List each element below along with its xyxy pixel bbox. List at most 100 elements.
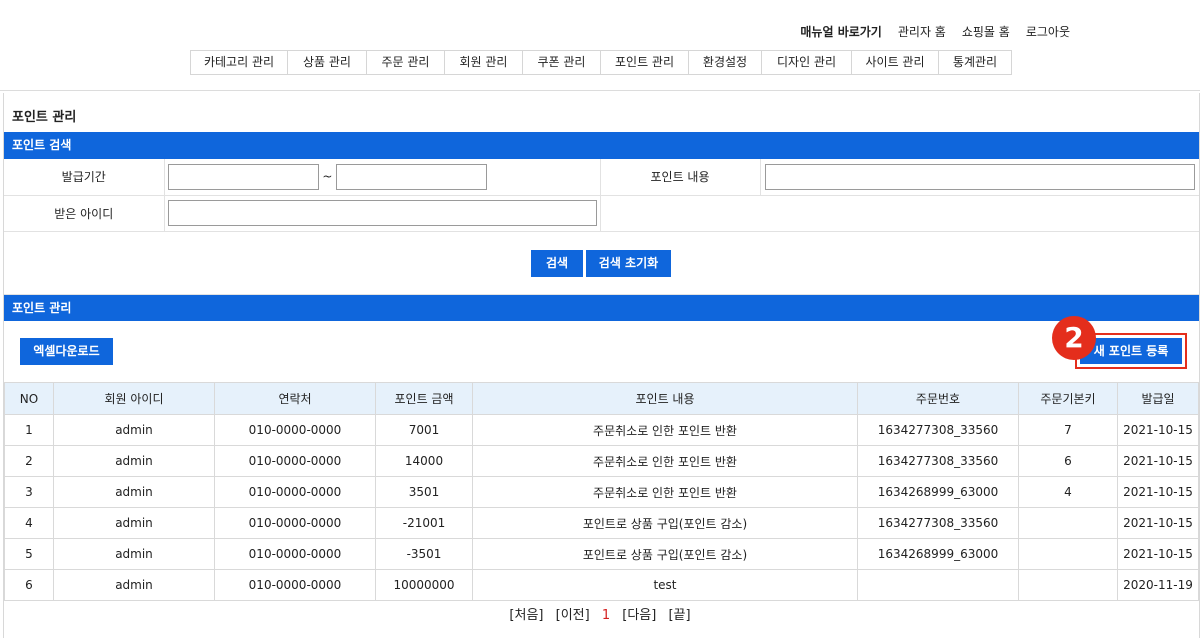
cell-member-id: admin bbox=[53, 445, 215, 477]
recipient-id-input[interactable] bbox=[167, 200, 597, 226]
cell-no: 3 bbox=[4, 476, 54, 508]
cell-issue-date: 2021-10-15 bbox=[1117, 538, 1199, 570]
manage-section-header: 포인트 관리 bbox=[4, 294, 1199, 321]
search-section-header: 포인트 검색 bbox=[4, 132, 1199, 159]
search-form: 발급기간 ~ 포인트 내용 받은 아이디 bbox=[4, 159, 1199, 232]
top-links: 매뉴얼 바로가기 관리자 홈 쇼핑몰 홈 로그아웃 bbox=[800, 23, 1070, 40]
col-no: NO bbox=[4, 382, 54, 415]
col-order-number: 주문번호 bbox=[857, 382, 1019, 415]
nav-point[interactable]: 포인트 관리 bbox=[601, 51, 689, 74]
cell-member-id: admin bbox=[53, 414, 215, 446]
logout-link[interactable]: 로그아웃 bbox=[1026, 23, 1070, 40]
cell-contact: 010-0000-0000 bbox=[214, 569, 376, 601]
cell-contact: 010-0000-0000 bbox=[214, 538, 376, 570]
pager-current[interactable]: 1 bbox=[602, 608, 610, 623]
cell-issue-date: 2021-10-15 bbox=[1117, 414, 1199, 446]
nav-coupon[interactable]: 쿠폰 관리 bbox=[523, 51, 601, 74]
content-panel: 포인트 관리 포인트 검색 발급기간 ~ 포인트 내용 받은 아이디 검색 검색… bbox=[3, 93, 1200, 638]
cell-member-id: admin bbox=[53, 476, 215, 508]
pager-prev[interactable]: [이전] bbox=[556, 608, 590, 623]
cell-member-id: admin bbox=[53, 507, 215, 539]
col-point-content: 포인트 내용 bbox=[472, 382, 858, 415]
cell-order-number: 1634268999_63000 bbox=[857, 538, 1019, 570]
nav-member[interactable]: 회원 관리 bbox=[445, 51, 523, 74]
issue-period-label: 발급기간 bbox=[4, 159, 165, 196]
issue-start-date-input[interactable] bbox=[167, 163, 319, 190]
point-table: NO 회원 아이디 연락처 포인트 금액 포인트 내용 주문번호 주문기본키 발… bbox=[4, 382, 1199, 601]
cell-issue-date: 2021-10-15 bbox=[1117, 507, 1199, 539]
cell-contact: 010-0000-0000 bbox=[214, 414, 376, 446]
nav-settings[interactable]: 환경설정 bbox=[689, 51, 762, 74]
col-member-id: 회원 아이디 bbox=[53, 382, 215, 415]
cell-order-number bbox=[857, 569, 1019, 601]
shop-home-link[interactable]: 쇼핑몰 홈 bbox=[962, 23, 1010, 40]
pager-last[interactable]: [끝] bbox=[668, 608, 690, 623]
col-point-amount: 포인트 금액 bbox=[375, 382, 473, 415]
pager-next[interactable]: [다음] bbox=[622, 608, 656, 623]
cell-no: 2 bbox=[4, 445, 54, 477]
cell-order-key: 6 bbox=[1018, 445, 1118, 477]
table-row: 1 admin 010-0000-0000 7001 주문취소로 인한 포인트 … bbox=[4, 414, 1199, 446]
point-content-input[interactable] bbox=[764, 163, 1195, 190]
cell-no: 6 bbox=[4, 569, 54, 601]
cell-order-key bbox=[1018, 507, 1118, 539]
cell-point-amount: 3501 bbox=[375, 476, 473, 508]
cell-order-number: 1634277308_33560 bbox=[857, 414, 1019, 446]
cell-point-content: 주문취소로 인한 포인트 반환 bbox=[472, 476, 858, 508]
date-range-separator: ~ bbox=[322, 169, 333, 184]
nav-design[interactable]: 디자인 관리 bbox=[762, 51, 852, 74]
table-row: 5 admin 010-0000-0000 -3501 포인트로 상품 구입(포… bbox=[4, 538, 1199, 570]
cell-contact: 010-0000-0000 bbox=[214, 476, 376, 508]
search-button[interactable]: 검색 bbox=[531, 250, 583, 277]
cell-member-id: admin bbox=[53, 538, 215, 570]
cell-order-number: 1634268999_63000 bbox=[857, 476, 1019, 508]
col-contact: 연락처 bbox=[214, 382, 376, 415]
nav-category[interactable]: 카테고리 관리 bbox=[191, 51, 288, 74]
cell-point-amount: 14000 bbox=[375, 445, 473, 477]
issue-end-date-input[interactable] bbox=[336, 163, 488, 190]
cell-order-key: 4 bbox=[1018, 476, 1118, 508]
cell-point-content: 주문취소로 인한 포인트 반환 bbox=[472, 445, 858, 477]
pager-first[interactable]: [처음] bbox=[509, 608, 543, 623]
cell-issue-date: 2020-11-19 bbox=[1117, 569, 1199, 601]
cell-point-content: 포인트로 상품 구입(포인트 감소) bbox=[472, 538, 858, 570]
cell-order-key bbox=[1018, 538, 1118, 570]
cell-no: 5 bbox=[4, 538, 54, 570]
top-divider bbox=[0, 90, 1200, 91]
nav-order[interactable]: 주문 관리 bbox=[367, 51, 445, 74]
manual-link[interactable]: 매뉴얼 바로가기 bbox=[800, 23, 881, 40]
cell-contact: 010-0000-0000 bbox=[214, 445, 376, 477]
cell-contact: 010-0000-0000 bbox=[214, 507, 376, 539]
table-row: 3 admin 010-0000-0000 3501 주문취소로 인한 포인트 … bbox=[4, 476, 1199, 508]
excel-download-button[interactable]: 엑셀다운로드 bbox=[20, 338, 113, 365]
cell-point-content: 주문취소로 인한 포인트 반환 bbox=[472, 414, 858, 446]
cell-order-number: 1634277308_33560 bbox=[857, 445, 1019, 477]
cell-issue-date: 2021-10-15 bbox=[1117, 445, 1199, 477]
recipient-id-label: 받은 아이디 bbox=[4, 195, 165, 232]
cell-order-key: 7 bbox=[1018, 414, 1118, 446]
cell-no: 4 bbox=[4, 507, 54, 539]
cell-order-key bbox=[1018, 569, 1118, 601]
nav-site[interactable]: 사이트 관리 bbox=[852, 51, 939, 74]
cell-point-amount: 10000000 bbox=[375, 569, 473, 601]
table-row: 2 admin 010-0000-0000 14000 주문취소로 인한 포인트… bbox=[4, 445, 1199, 477]
nav-product[interactable]: 상품 관리 bbox=[288, 51, 367, 74]
nav-stats[interactable]: 통계관리 bbox=[939, 51, 1011, 74]
pagination: [처음] [이전] 1 [다음] [끝] bbox=[0, 604, 1200, 623]
col-order-key: 주문기본키 bbox=[1018, 382, 1118, 415]
cell-point-content: test bbox=[472, 569, 858, 601]
admin-home-link[interactable]: 관리자 홈 bbox=[898, 23, 946, 40]
point-content-label: 포인트 내용 bbox=[600, 159, 761, 196]
cell-no: 1 bbox=[4, 414, 54, 446]
cell-point-amount: -3501 bbox=[375, 538, 473, 570]
page-title: 포인트 관리 bbox=[12, 110, 77, 125]
table-header-row: NO 회원 아이디 연락처 포인트 금액 포인트 내용 주문번호 주문기본키 발… bbox=[4, 382, 1199, 415]
main-nav: 카테고리 관리 상품 관리 주문 관리 회원 관리 쿠폰 관리 포인트 관리 환… bbox=[190, 50, 1012, 75]
col-issue-date: 발급일 bbox=[1117, 382, 1199, 415]
cell-point-amount: 7001 bbox=[375, 414, 473, 446]
step-callout-badge: 2 bbox=[1052, 316, 1096, 360]
cell-issue-date: 2021-10-15 bbox=[1117, 476, 1199, 508]
table-row: 4 admin 010-0000-0000 -21001 포인트로 상품 구입(… bbox=[4, 507, 1199, 539]
reset-search-button[interactable]: 검색 초기화 bbox=[586, 250, 671, 277]
table-row: 6 admin 010-0000-0000 10000000 test 2020… bbox=[4, 569, 1199, 601]
